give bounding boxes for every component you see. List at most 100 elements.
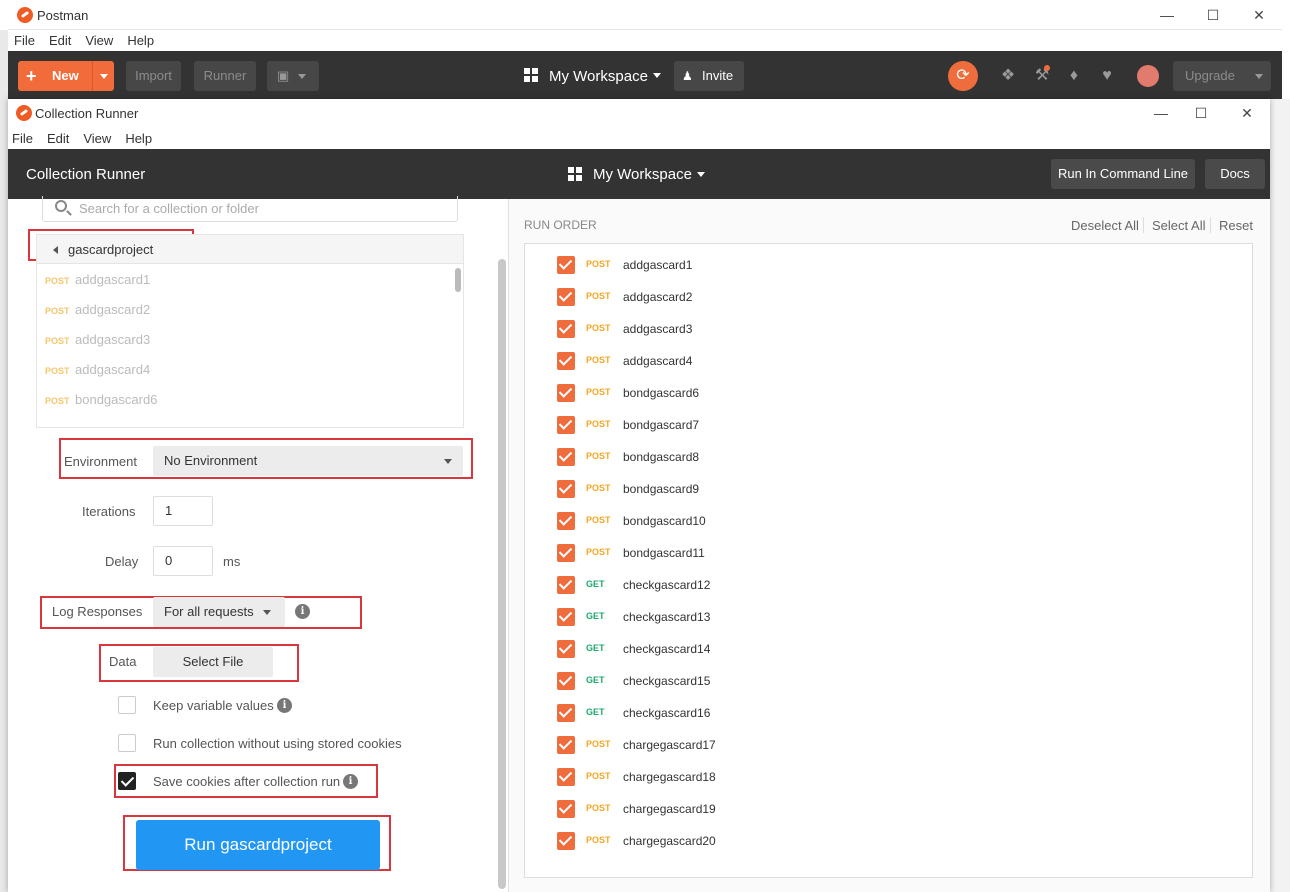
satellite-icon[interactable]: ❖ bbox=[1000, 68, 1016, 84]
keep-variable-values-checkbox[interactable] bbox=[118, 696, 136, 714]
iterations-input[interactable]: 1 bbox=[153, 496, 213, 526]
run-order-checkbox[interactable] bbox=[557, 544, 575, 562]
log-responses-select[interactable]: For all requests bbox=[153, 597, 285, 627]
run-collection-button[interactable]: Run gascardproject bbox=[136, 820, 380, 870]
import-button[interactable]: Import bbox=[126, 61, 181, 91]
run-order-row[interactable]: GET checkgascard15 bbox=[525, 666, 1225, 698]
run-order-row[interactable]: POST addgascard2 bbox=[525, 282, 1225, 314]
invite-button[interactable]: ♟ Invite bbox=[674, 61, 744, 91]
close-icon[interactable]: ✕ bbox=[1232, 103, 1262, 123]
collection-header[interactable]: gascardproject bbox=[36, 234, 464, 264]
heart-icon[interactable]: ♥ bbox=[1099, 68, 1115, 84]
run-order-row[interactable]: GET checkgascard12 bbox=[525, 570, 1225, 602]
run-order-checkbox[interactable] bbox=[557, 480, 575, 498]
run-order-checkbox[interactable] bbox=[557, 736, 575, 754]
run-order-row[interactable]: POST addgascard4 bbox=[525, 346, 1225, 378]
run-without-cookies-checkbox[interactable] bbox=[118, 734, 136, 752]
save-cookies-checkbox[interactable] bbox=[118, 772, 136, 790]
maximize-icon[interactable]: ☐ bbox=[1186, 103, 1216, 123]
run-order-checkbox[interactable] bbox=[557, 672, 575, 690]
background-edge bbox=[0, 30, 8, 892]
docs-button[interactable]: Docs bbox=[1205, 159, 1265, 189]
run-order-checkbox[interactable] bbox=[557, 256, 575, 274]
menu-view[interactable]: View bbox=[85, 30, 113, 52]
list-item[interactable]: POST addgascard2 bbox=[45, 295, 150, 325]
run-order-checkbox[interactable] bbox=[557, 512, 575, 530]
delay-input[interactable]: 0 bbox=[153, 546, 213, 576]
list-item[interactable]: POST bondgascard6 bbox=[45, 385, 157, 415]
run-in-command-line-button[interactable]: Run In Command Line bbox=[1051, 159, 1195, 189]
workspace-grid-icon bbox=[568, 167, 582, 181]
run-order-checkbox[interactable] bbox=[557, 384, 575, 402]
new-tab-button[interactable]: ▣ bbox=[267, 61, 319, 91]
run-order-checkbox[interactable] bbox=[557, 832, 575, 850]
bell-icon[interactable]: ♦ bbox=[1066, 68, 1082, 84]
maximize-icon[interactable]: ☐ bbox=[1198, 5, 1228, 25]
environment-select[interactable]: No Environment bbox=[153, 446, 463, 476]
list-item[interactable]: POST addgascard3 bbox=[45, 325, 150, 355]
runner-button[interactable]: Runner bbox=[194, 61, 256, 91]
run-order-row[interactable]: GET checkgascard16 bbox=[525, 698, 1225, 730]
run-order-row[interactable]: POST bondgascard10 bbox=[525, 506, 1225, 538]
run-order-row[interactable]: POST chargegascard20 bbox=[525, 826, 1225, 858]
chevron-down-icon[interactable] bbox=[697, 172, 705, 177]
workspace-selector[interactable]: My Workspace bbox=[549, 68, 648, 85]
menu-help[interactable]: Help bbox=[127, 30, 154, 52]
list-item[interactable]: POST addgascard1 bbox=[45, 265, 150, 295]
deselect-all-link[interactable]: Deselect All bbox=[1071, 218, 1139, 233]
select-all-link[interactable]: Select All bbox=[1152, 218, 1205, 233]
menu-file[interactable]: File bbox=[12, 128, 33, 150]
run-order-checkbox[interactable] bbox=[557, 704, 575, 722]
run-order-checkbox[interactable] bbox=[557, 640, 575, 658]
run-order-row[interactable]: POST chargegascard17 bbox=[525, 730, 1225, 762]
search-input[interactable]: Search for a collection or folder bbox=[42, 196, 458, 222]
run-order-checkbox[interactable] bbox=[557, 416, 575, 434]
menu-help[interactable]: Help bbox=[125, 128, 152, 150]
menu-view[interactable]: View bbox=[83, 128, 111, 150]
run-order-row[interactable]: POST bondgascard8 bbox=[525, 442, 1225, 474]
run-order-row[interactable]: POST addgascard1 bbox=[525, 250, 1225, 282]
left-panel-scrollbar[interactable] bbox=[498, 259, 506, 889]
run-order-row[interactable]: POST addgascard3 bbox=[525, 314, 1225, 346]
workspace-selector[interactable]: My Workspace bbox=[593, 166, 692, 183]
menu-file[interactable]: File bbox=[14, 30, 35, 52]
run-order-row[interactable]: GET checkgascard14 bbox=[525, 634, 1225, 666]
run-order-checkbox[interactable] bbox=[557, 768, 575, 786]
info-icon[interactable]: i bbox=[295, 604, 310, 619]
close-icon[interactable]: ✕ bbox=[1244, 5, 1274, 25]
minimize-icon[interactable]: — bbox=[1152, 5, 1182, 25]
list-item[interactable]: POST addgascard4 bbox=[45, 355, 150, 385]
info-icon[interactable]: i bbox=[343, 774, 358, 789]
back-arrow-icon[interactable] bbox=[53, 246, 58, 254]
avatar[interactable] bbox=[1137, 65, 1159, 87]
request-name: checkgascard14 bbox=[623, 642, 711, 656]
run-order-checkbox[interactable] bbox=[557, 448, 575, 466]
run-order-checkbox[interactable] bbox=[557, 320, 575, 338]
run-order-checkbox[interactable] bbox=[557, 800, 575, 818]
run-order-row[interactable]: POST chargegascard19 bbox=[525, 794, 1225, 826]
run-order-checkbox[interactable] bbox=[557, 352, 575, 370]
list-scrollbar[interactable] bbox=[455, 268, 461, 292]
sync-icon[interactable]: ⟳ bbox=[948, 61, 978, 91]
chevron-down-icon[interactable] bbox=[653, 73, 661, 78]
upgrade-button[interactable]: Upgrade bbox=[1173, 61, 1271, 91]
select-file-button[interactable]: Select File bbox=[153, 647, 273, 677]
run-order-row[interactable]: POST bondgascard7 bbox=[525, 410, 1225, 442]
run-order-checkbox[interactable] bbox=[557, 288, 575, 306]
run-order-checkbox[interactable] bbox=[557, 608, 575, 626]
run-order-row[interactable]: POST bondgascard11 bbox=[525, 538, 1225, 570]
run-order-row[interactable]: POST chargegascard18 bbox=[525, 762, 1225, 794]
run-order-checkbox[interactable] bbox=[557, 576, 575, 594]
menu-edit[interactable]: Edit bbox=[47, 128, 69, 150]
method-badge: POST bbox=[586, 771, 611, 781]
run-order-row[interactable]: GET checkgascard13 bbox=[525, 602, 1225, 634]
run-order-row[interactable]: POST bondgascard6 bbox=[525, 378, 1225, 410]
minimize-icon[interactable]: — bbox=[1146, 103, 1176, 123]
run-order-row[interactable]: POST bondgascard9 bbox=[525, 474, 1225, 506]
menu-edit[interactable]: Edit bbox=[49, 30, 71, 52]
delay-label: Delay bbox=[105, 554, 139, 569]
chevron-down-icon[interactable] bbox=[100, 74, 108, 79]
info-icon[interactable]: i bbox=[277, 698, 292, 713]
new-button[interactable]: + New bbox=[18, 61, 114, 91]
reset-link[interactable]: Reset bbox=[1219, 218, 1253, 233]
